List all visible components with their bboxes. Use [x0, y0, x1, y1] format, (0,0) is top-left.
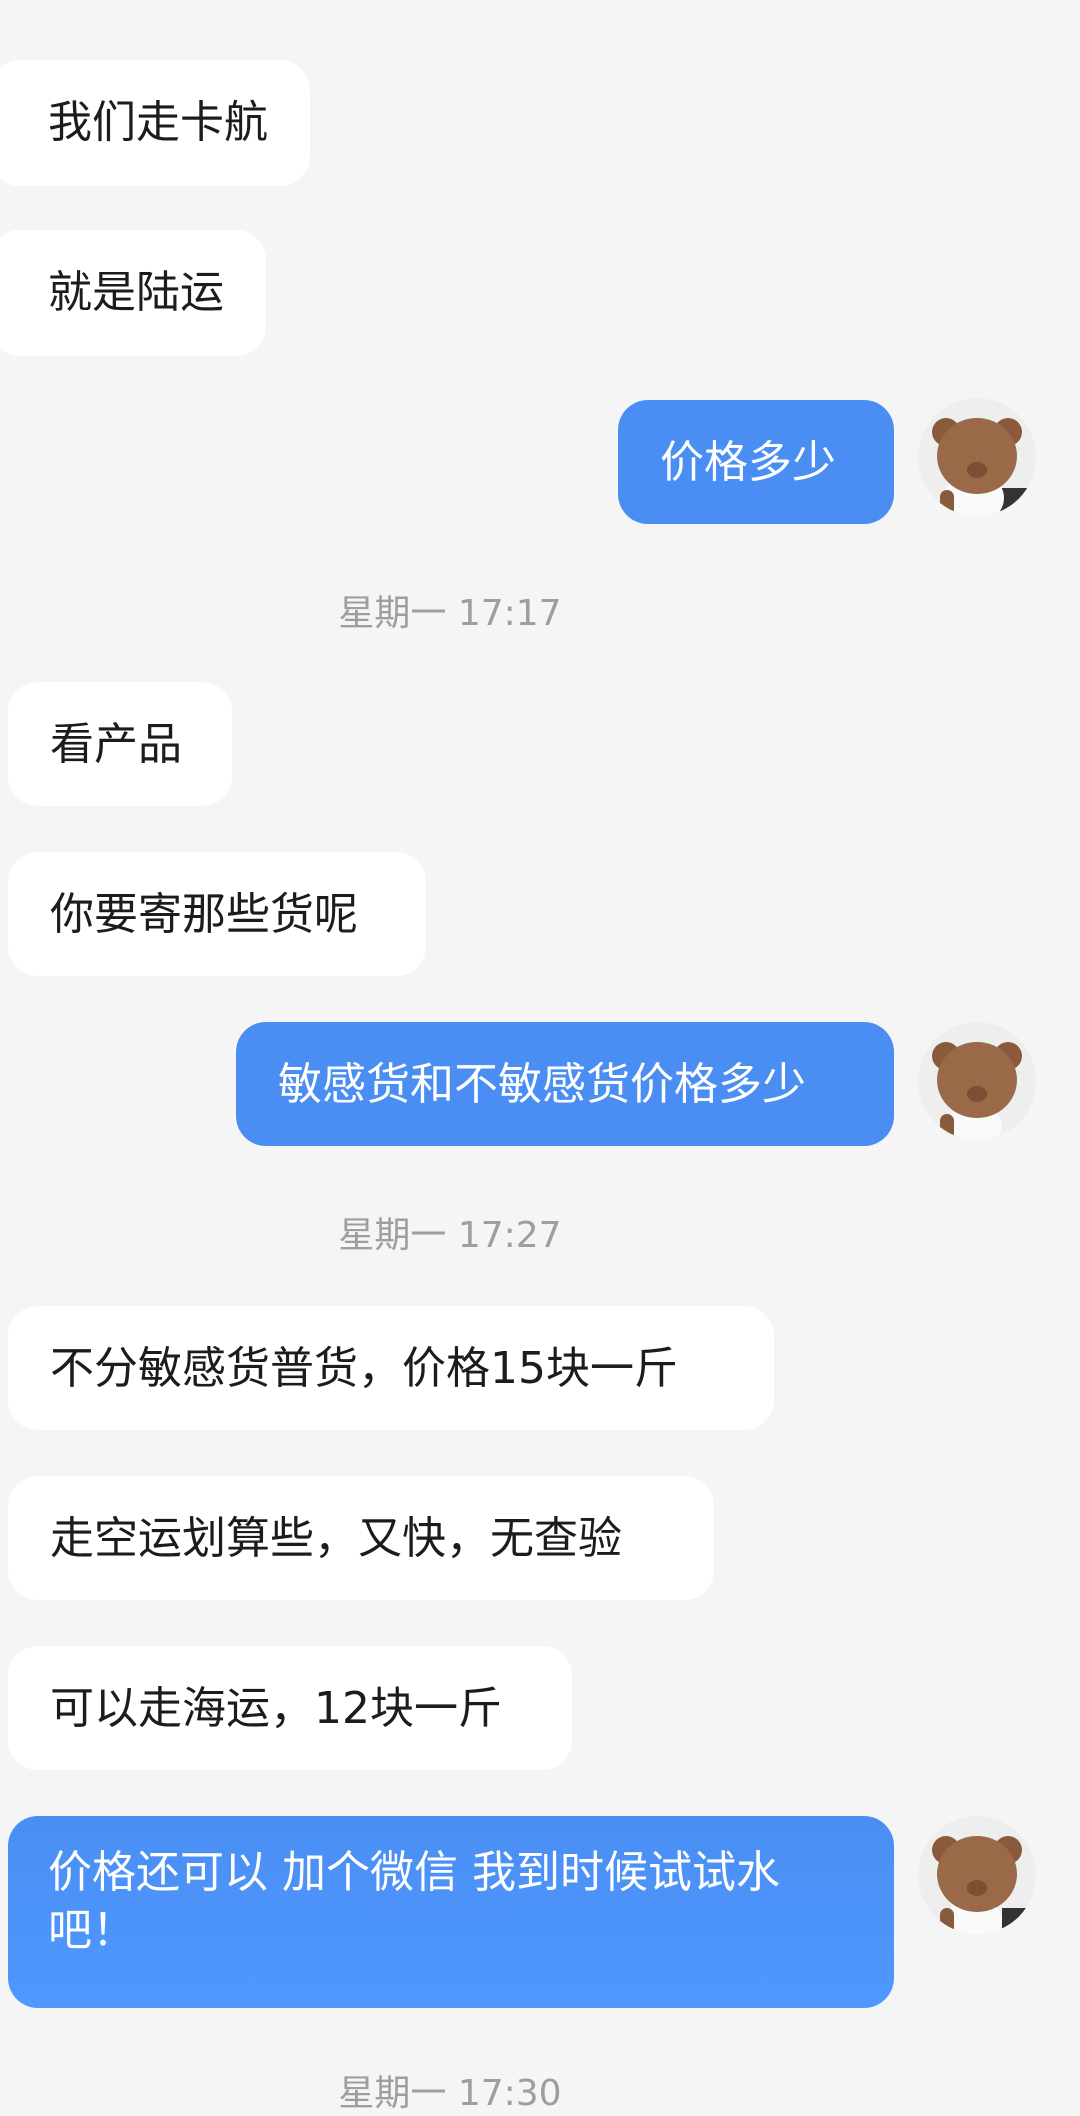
message-timestamp: 星期一 17:27	[338, 1215, 562, 1256]
incoming-message-bubble[interactable]: 走空运划算些，又快，无查验	[8, 1476, 714, 1600]
incoming-message-bubble[interactable]: 就是陆运	[0, 230, 266, 356]
incoming-message-bubble[interactable]: 不分敏感货普货，价格15块一斤	[8, 1306, 774, 1430]
bear-figurine-avatar-icon	[918, 1816, 1036, 1934]
bear-figurine-avatar-icon	[918, 1022, 1036, 1140]
user-avatar[interactable]	[918, 1816, 1036, 1934]
user-avatar[interactable]	[918, 1022, 1036, 1140]
incoming-message-bubble[interactable]: 可以走海运，12块一斤	[8, 1646, 572, 1770]
message-timestamp: 星期一 17:30	[338, 2073, 562, 2114]
incoming-message-bubble[interactable]: 我们走卡航	[0, 60, 310, 186]
message-timestamp: 星期一 17:17	[338, 593, 562, 634]
outgoing-message-bubble[interactable]: 敏感货和不敏感货价格多少	[236, 1022, 894, 1146]
bear-figurine-avatar-icon	[918, 398, 1036, 516]
outgoing-message-bubble[interactable]: 价格多少	[618, 400, 894, 524]
incoming-message-bubble[interactable]: 你要寄那些货呢	[8, 852, 426, 976]
outgoing-message-bubble[interactable]: 价格还可以 加个微信 我到时候试试水吧！	[8, 1816, 894, 2008]
incoming-message-bubble[interactable]: 看产品	[8, 682, 232, 806]
user-avatar[interactable]	[918, 398, 1036, 516]
chat-thread[interactable]: 我们走卡航 就是陆运 价格多少 星期一 17:17 看产品 你要寄那些货呢 敏感…	[0, 0, 1080, 2114]
